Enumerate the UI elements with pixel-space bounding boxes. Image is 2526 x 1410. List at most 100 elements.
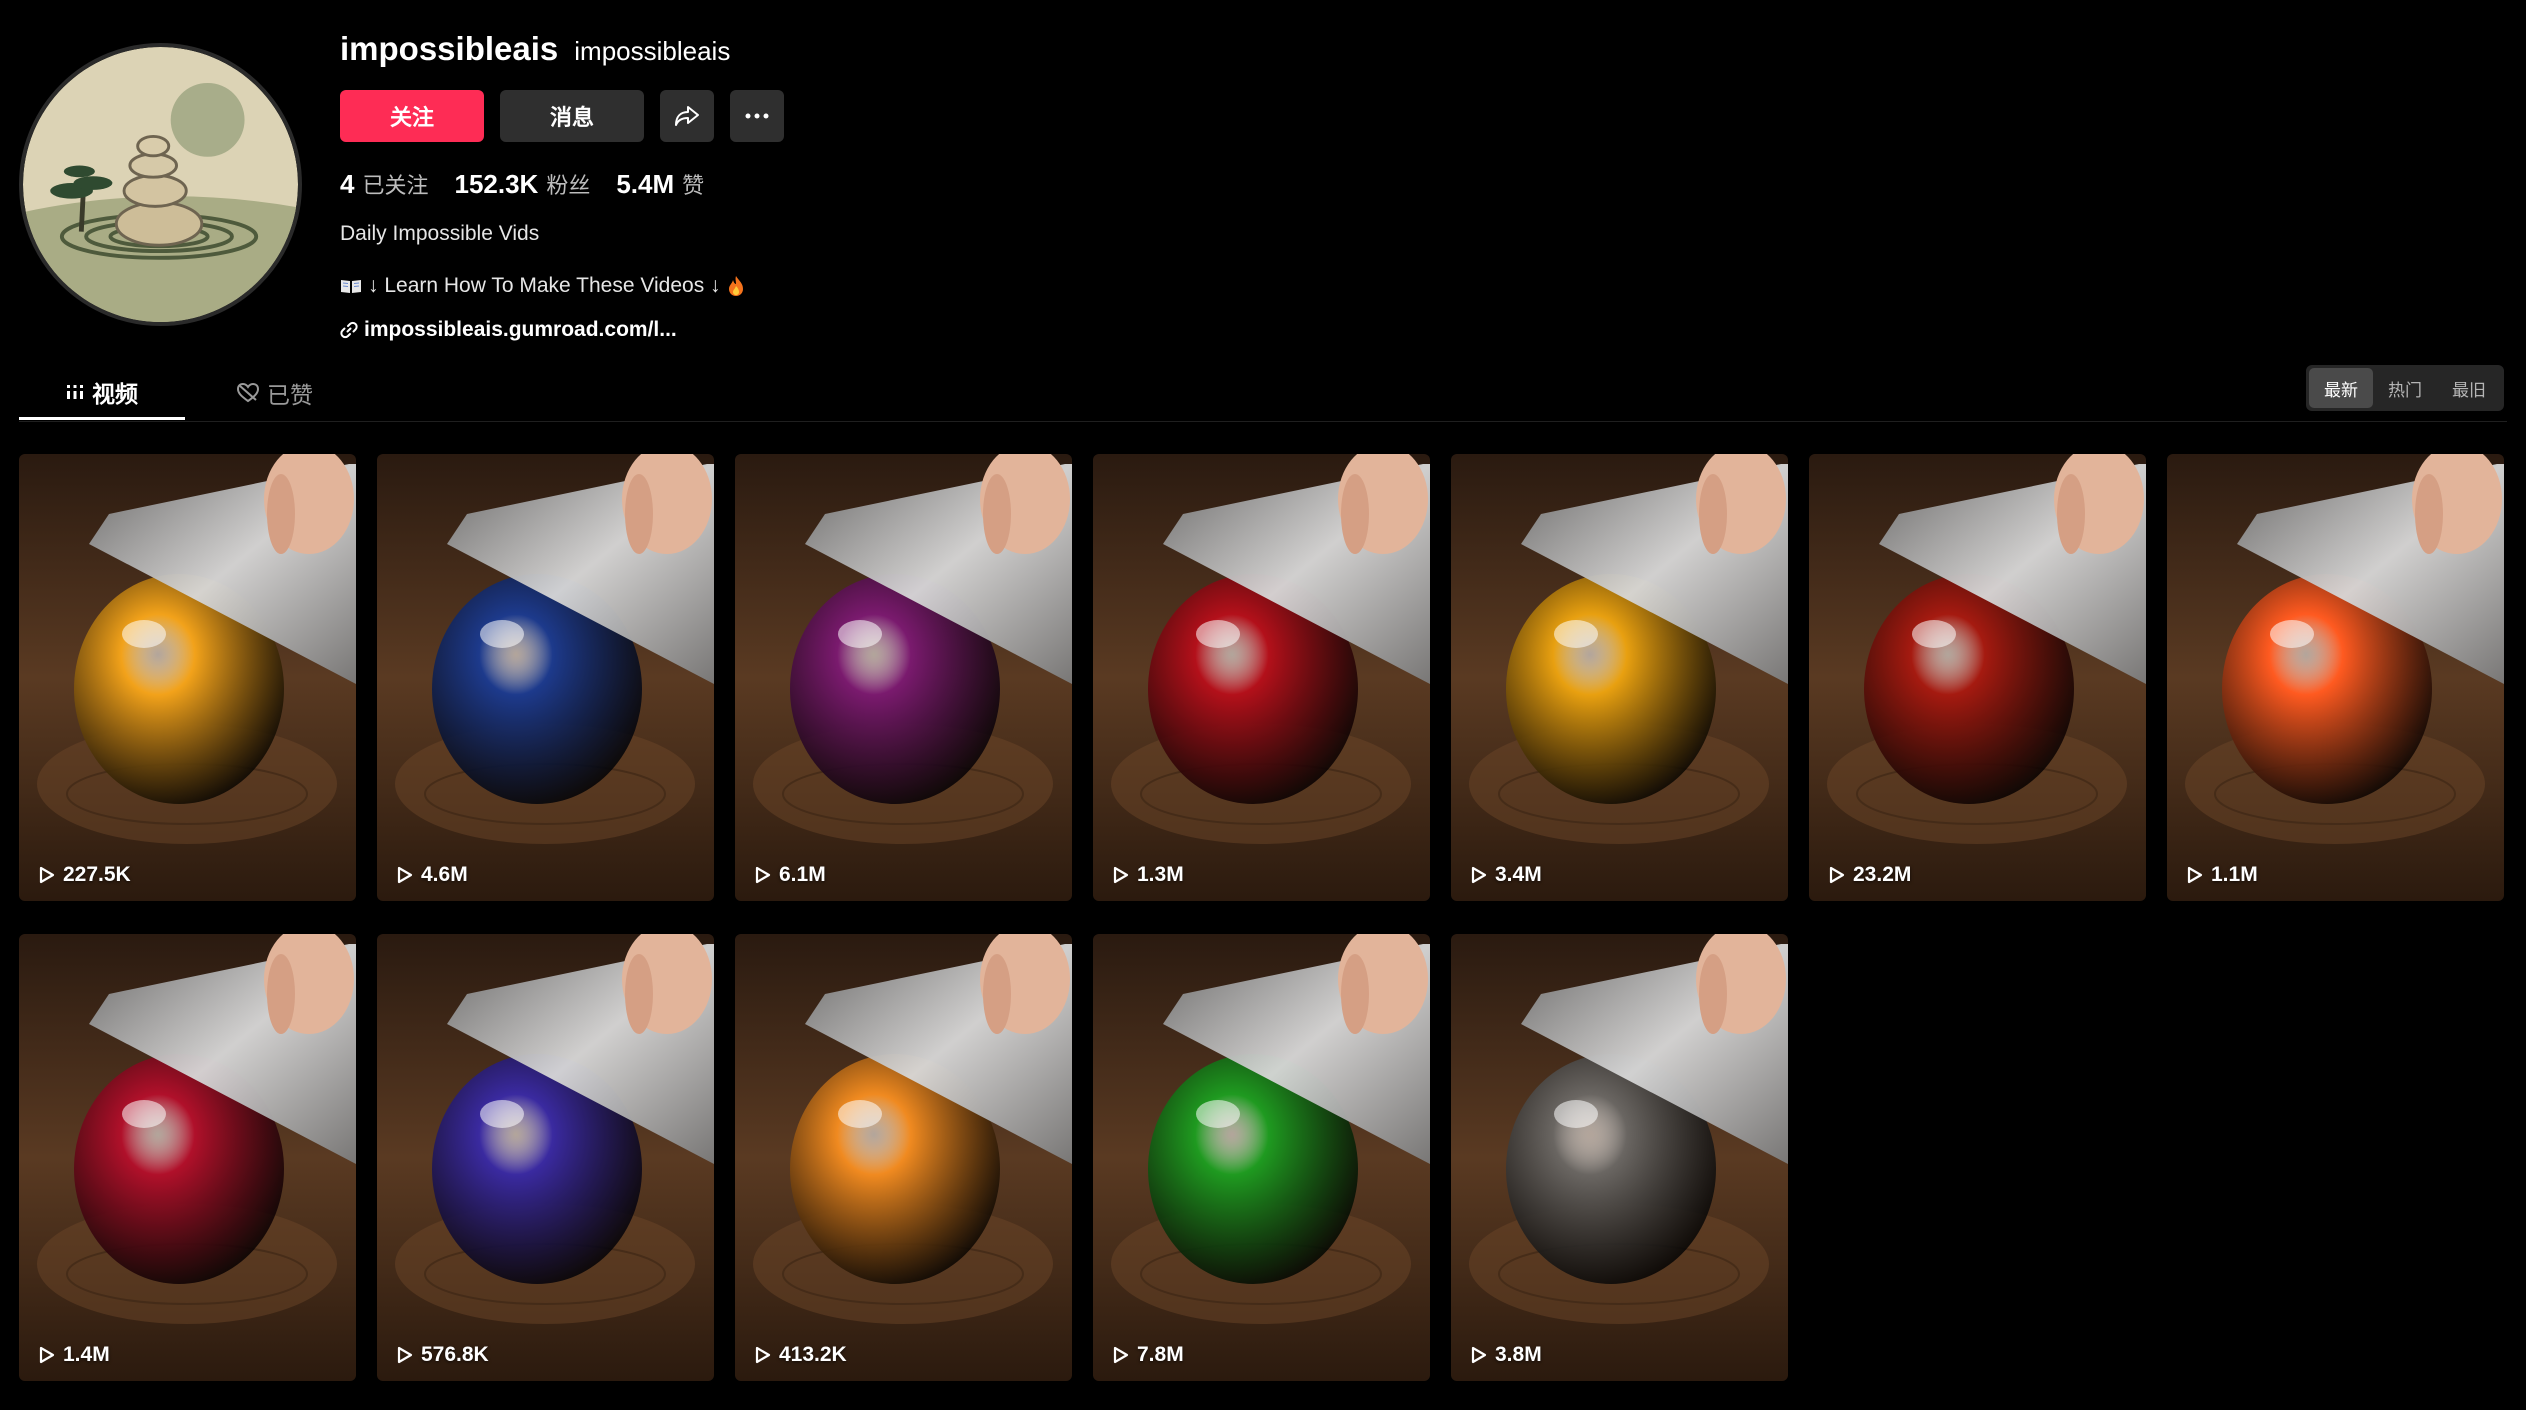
play-icon <box>397 866 413 884</box>
action-buttons: 关注 消息 <box>340 90 784 142</box>
play-icon <box>1471 866 1487 884</box>
video-view-count-text: 3.4M <box>1495 863 1542 886</box>
video-card[interactable]: 1.3M <box>1093 454 1430 901</box>
video-view-count-text: 413.2K <box>779 1343 847 1366</box>
profile-info: impossibleais impossibleais 关注 消息 4 已关注 <box>340 30 784 342</box>
video-grid: 227.5K 4.6M 6.1M 1.3M 3.4M 23.2M 1.1M 1.4M 576.8… <box>19 454 2504 1381</box>
following-stat[interactable]: 4 已关注 <box>340 168 428 200</box>
video-thumbnail <box>19 934 356 1381</box>
videos-grid-icon <box>67 384 83 399</box>
video-card[interactable]: 23.2M <box>1809 454 2146 901</box>
book-icon <box>341 280 361 293</box>
followers-label: 粉丝 <box>546 173 591 198</box>
likes-label: 赞 <box>682 173 705 198</box>
tabs-divider <box>19 421 2507 422</box>
avatar-image <box>23 47 298 322</box>
video-view-count-text: 576.8K <box>421 1343 489 1366</box>
video-view-count-text: 7.8M <box>1137 1343 1184 1366</box>
share-button[interactable] <box>660 90 714 142</box>
follow-button[interactable]: 关注 <box>340 90 484 142</box>
bio-line-2-text: ↓ Learn How To Make These Videos ↓ <box>368 274 721 297</box>
play-icon <box>39 1346 55 1364</box>
video-view-count: 1.1M <box>2187 863 2258 887</box>
video-view-count: 3.4M <box>1471 863 1542 887</box>
play-icon <box>39 866 55 884</box>
video-view-count: 1.4M <box>39 1343 110 1367</box>
more-options-button[interactable] <box>730 90 784 142</box>
video-view-count-text: 3.8M <box>1495 1343 1542 1366</box>
nickname: impossibleais <box>574 36 731 66</box>
video-thumbnail <box>377 934 714 1381</box>
video-view-count-text: 1.3M <box>1137 863 1184 886</box>
bio-line-2: ↓ Learn How To Make These Videos ↓ <box>340 274 784 298</box>
play-icon <box>397 1346 413 1364</box>
video-thumbnail <box>1093 454 1430 901</box>
avatar[interactable] <box>19 43 302 326</box>
video-view-count-text: 227.5K <box>63 863 131 886</box>
video-card[interactable]: 413.2K <box>735 934 1072 1381</box>
video-view-count-text: 6.1M <box>779 863 826 886</box>
username: impossibleais <box>340 30 559 67</box>
video-view-count: 23.2M <box>1829 863 1911 887</box>
profile-link[interactable]: impossibleais.gumroad.com/l... <box>340 318 784 342</box>
video-card[interactable]: 1.4M <box>19 934 356 1381</box>
video-view-count-text: 1.1M <box>2211 863 2258 886</box>
play-icon <box>1113 866 1129 884</box>
following-label: 已关注 <box>362 173 429 198</box>
video-card[interactable]: 7.8M <box>1093 934 1430 1381</box>
play-icon <box>2187 866 2203 884</box>
followers-stat[interactable]: 152.3K 粉丝 <box>454 168 590 200</box>
video-card[interactable]: 576.8K <box>377 934 714 1381</box>
following-count: 4 <box>340 169 355 199</box>
profile-page: impossibleais impossibleais 关注 消息 4 已关注 <box>0 0 2526 1410</box>
video-view-count-text: 1.4M <box>63 1343 110 1366</box>
private-liked-icon <box>237 383 259 403</box>
sort-toggle: 最新 热门 最旧 <box>2306 365 2504 411</box>
video-view-count: 1.3M <box>1113 863 1184 887</box>
video-card[interactable]: 3.4M <box>1451 454 1788 901</box>
video-thumbnail <box>1093 934 1430 1381</box>
message-button[interactable]: 消息 <box>500 90 644 142</box>
link-icon <box>340 321 358 339</box>
profile-link-text: impossibleais.gumroad.com/l... <box>364 318 677 341</box>
play-icon <box>755 866 771 884</box>
video-card[interactable]: 227.5K <box>19 454 356 901</box>
video-view-count: 576.8K <box>397 1343 489 1367</box>
profile-tabs: 视频 已赞 <box>19 366 365 420</box>
video-thumbnail <box>377 454 714 901</box>
video-card[interactable]: 4.6M <box>377 454 714 901</box>
tab-liked-label: 已赞 <box>267 382 313 408</box>
video-thumbnail <box>1809 454 2146 901</box>
video-card[interactable]: 1.1M <box>2167 454 2504 901</box>
video-view-count: 4.6M <box>397 863 468 887</box>
video-thumbnail <box>735 454 1072 901</box>
video-view-count-text: 4.6M <box>421 863 468 886</box>
play-icon <box>1829 866 1845 884</box>
followers-count: 152.3K <box>454 169 539 199</box>
fire-icon <box>728 276 743 296</box>
tab-videos[interactable]: 视频 <box>19 366 185 420</box>
video-card[interactable]: 3.8M <box>1451 934 1788 1381</box>
video-view-count: 413.2K <box>755 1343 847 1367</box>
likes-count: 5.4M <box>616 169 675 199</box>
video-view-count: 227.5K <box>39 863 131 887</box>
video-view-count: 3.8M <box>1471 1343 1542 1367</box>
play-icon <box>755 1346 771 1364</box>
sort-oldest-button[interactable]: 最旧 <box>2437 368 2501 408</box>
video-view-count-text: 23.2M <box>1853 863 1912 886</box>
more-dots-icon <box>745 113 769 119</box>
video-thumbnail <box>2167 454 2504 901</box>
play-icon <box>1471 1346 1487 1364</box>
likes-stat: 5.4M 赞 <box>616 168 704 200</box>
video-thumbnail <box>1451 454 1788 901</box>
tab-videos-label: 视频 <box>92 380 138 407</box>
tab-liked[interactable]: 已赞 <box>185 366 365 420</box>
video-thumbnail <box>1451 934 1788 1381</box>
video-view-count: 6.1M <box>755 863 826 887</box>
video-thumbnail <box>19 454 356 901</box>
video-card[interactable]: 6.1M <box>735 454 1072 901</box>
sort-latest-button[interactable]: 最新 <box>2309 368 2373 408</box>
profile-stats: 4 已关注 152.3K 粉丝 5.4M 赞 <box>340 168 784 200</box>
sort-popular-button[interactable]: 热门 <box>2373 368 2437 408</box>
play-icon <box>1113 1346 1129 1364</box>
